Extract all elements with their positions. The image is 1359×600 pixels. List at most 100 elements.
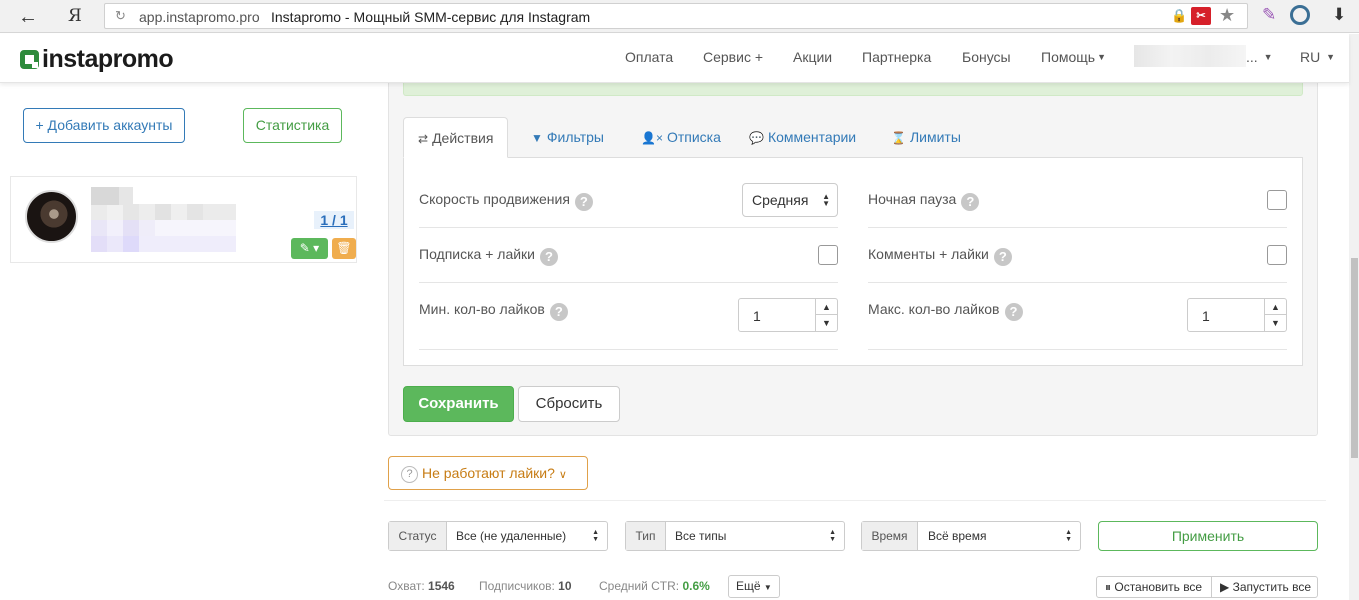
speed-select[interactable]: Средняя ▲ ▼ xyxy=(742,183,838,217)
likes-not-working-button[interactable]: ? Не работают лайки? ∨ xyxy=(388,456,588,490)
vpn-extension-icon[interactable] xyxy=(1290,5,1310,25)
max-likes-value: 1 xyxy=(1202,308,1210,324)
nav-promotions[interactable]: Акции xyxy=(793,49,832,65)
question-icon: ? xyxy=(401,466,418,483)
language-label: RU xyxy=(1300,49,1321,65)
comment-icon: 💬 xyxy=(749,131,764,145)
nav-bonuses[interactable]: Бонусы xyxy=(962,49,1011,65)
tab-limits[interactable]: ⌛ Лимиты xyxy=(877,117,975,158)
extension-icon[interactable]: ✂ xyxy=(1191,7,1211,25)
pen-extension-icon[interactable]: ✎ xyxy=(1262,5,1276,25)
scrollbar-thumb[interactable] xyxy=(1351,258,1358,458)
back-arrow-icon[interactable]: ← xyxy=(18,6,38,29)
likes-not-working-label: Не работают лайки? xyxy=(422,465,555,481)
nav-partners[interactable]: Партнерка xyxy=(862,49,931,65)
night-pause-checkbox[interactable] xyxy=(1267,190,1287,210)
tab-filters[interactable]: ▼ Фильтры xyxy=(517,117,618,158)
avatar[interactable] xyxy=(25,190,78,243)
ctr-stat: Средний CTR: 0.6% xyxy=(599,579,710,593)
caret-down-icon: ▼ xyxy=(1263,52,1273,62)
statistics-button[interactable]: Статистика xyxy=(243,108,342,143)
follow-likes-label: Подписка + лайки? xyxy=(419,246,559,266)
logo[interactable]: instapromo xyxy=(20,45,174,73)
divider xyxy=(868,282,1287,283)
language-menu[interactable]: RU ▼ xyxy=(1300,49,1335,65)
decrement-icon[interactable]: ▼ xyxy=(1264,315,1286,331)
reach-stat: Охват: 1546 xyxy=(388,579,455,593)
help-icon[interactable]: ? xyxy=(549,303,568,321)
reset-button[interactable]: Сбросить xyxy=(518,386,620,422)
tab-actions[interactable]: ⇄ Действия xyxy=(403,117,509,158)
follow-likes-checkbox[interactable] xyxy=(818,245,838,265)
type-filter[interactable]: Тип Все типы ▲ ▼ xyxy=(625,521,845,551)
speed-select-value: Средняя xyxy=(752,192,809,208)
start-all-button[interactable]: ▶ Запустить все xyxy=(1211,576,1318,598)
help-icon[interactable]: ? xyxy=(574,193,593,211)
reload-icon[interactable]: ↻ xyxy=(115,8,126,24)
type-filter-value: Все типы xyxy=(675,529,727,543)
status-filter-label: Статус xyxy=(389,522,447,550)
nav-service[interactable]: Сервис + xyxy=(703,49,763,65)
increment-icon[interactable]: ▲ xyxy=(1264,299,1286,315)
divider xyxy=(419,282,838,283)
account-card[interactable]: 1 / 1 ✎ ▾ 🗑 xyxy=(10,176,357,263)
exchange-icon: ⇄ xyxy=(418,132,429,146)
comments-likes-label: Комменты + лайки? xyxy=(868,246,1012,266)
caret-down-icon: ▼ xyxy=(1097,52,1106,62)
min-likes-value: 1 xyxy=(753,308,761,324)
apply-button[interactable]: Применить xyxy=(1098,521,1318,551)
help-icon[interactable]: ? xyxy=(993,248,1012,266)
tab-comments[interactable]: 💬 Комментарии xyxy=(735,117,870,158)
save-button[interactable]: Сохранить xyxy=(403,386,514,422)
speed-label-text: Скорость продвижения xyxy=(419,191,570,207)
stop-all-label: Остановить все xyxy=(1114,580,1203,594)
followers-stat: Подписчиков: 10 xyxy=(479,579,572,593)
type-filter-label: Тип xyxy=(626,522,666,550)
address-bar[interactable]: ↻ app.instapromo.pro Instapromo - Мощный… xyxy=(104,3,1248,29)
tab-label: Действия xyxy=(432,130,494,146)
yandex-logo-icon[interactable]: Я xyxy=(68,6,82,26)
logo-mark-icon xyxy=(20,49,39,69)
reach-label: Охват: xyxy=(388,579,425,593)
time-filter-label: Время xyxy=(862,522,918,550)
more-button[interactable]: Ещё ▼ xyxy=(728,575,780,598)
add-accounts-button[interactable]: + Добавить аккаунты xyxy=(23,108,185,143)
start-all-label: Запустить все xyxy=(1232,580,1312,594)
nav-help[interactable]: Помощь ▼ xyxy=(1041,49,1106,65)
decrement-icon[interactable]: ▼ xyxy=(815,315,837,331)
ctr-label: Средний CTR: xyxy=(599,579,680,593)
max-likes-input[interactable]: 1 ▲ ▼ xyxy=(1187,298,1287,332)
reach-value: 1546 xyxy=(428,579,455,593)
url-domain: app.instapromo.pro xyxy=(139,9,260,25)
time-filter[interactable]: Время Всё время ▲ ▼ xyxy=(861,521,1081,551)
divider xyxy=(384,500,1326,501)
account-counter[interactable]: 1 / 1 xyxy=(314,211,354,229)
help-icon[interactable]: ? xyxy=(1004,303,1023,321)
help-icon[interactable]: ? xyxy=(961,193,980,211)
bookmark-star-icon[interactable]: ★ xyxy=(1219,5,1235,26)
more-label: Ещё xyxy=(736,579,761,593)
nav-payment[interactable]: Оплата xyxy=(625,49,673,65)
min-likes-input[interactable]: 1 ▲ ▼ xyxy=(738,298,838,332)
tab-label: Фильтры xyxy=(546,129,604,145)
comments-likes-label-text: Комменты + лайки xyxy=(868,246,989,262)
increment-icon[interactable]: ▲ xyxy=(815,299,837,315)
tab-unfollow[interactable]: 👤× Отписка xyxy=(627,117,735,158)
nav-help-label: Помощь xyxy=(1041,49,1096,65)
account-name-blurred xyxy=(91,187,236,252)
edit-account-button[interactable]: ✎ ▾ xyxy=(291,238,328,259)
help-icon[interactable]: ? xyxy=(540,248,559,266)
caret-down-icon: ▼ xyxy=(1326,52,1336,62)
divider xyxy=(868,227,1287,228)
delete-account-button[interactable]: 🗑 xyxy=(332,238,356,259)
comments-likes-checkbox[interactable] xyxy=(1267,245,1287,265)
divider xyxy=(419,349,838,350)
night-pause-label-text: Ночная пауза xyxy=(868,191,957,207)
user-name-blurred[interactable] xyxy=(1134,45,1246,67)
tab-label: Комментарии xyxy=(767,129,857,145)
status-filter[interactable]: Статус Все (не удаленные) ▲ ▼ xyxy=(388,521,608,551)
user-menu[interactable]: ... ▼ xyxy=(1246,49,1272,65)
stop-all-button[interactable]: ⏸ Остановить все xyxy=(1096,576,1212,598)
download-icon[interactable]: ⬇ xyxy=(1332,5,1346,25)
select-arrows-icon: ▲ ▼ xyxy=(829,529,836,543)
